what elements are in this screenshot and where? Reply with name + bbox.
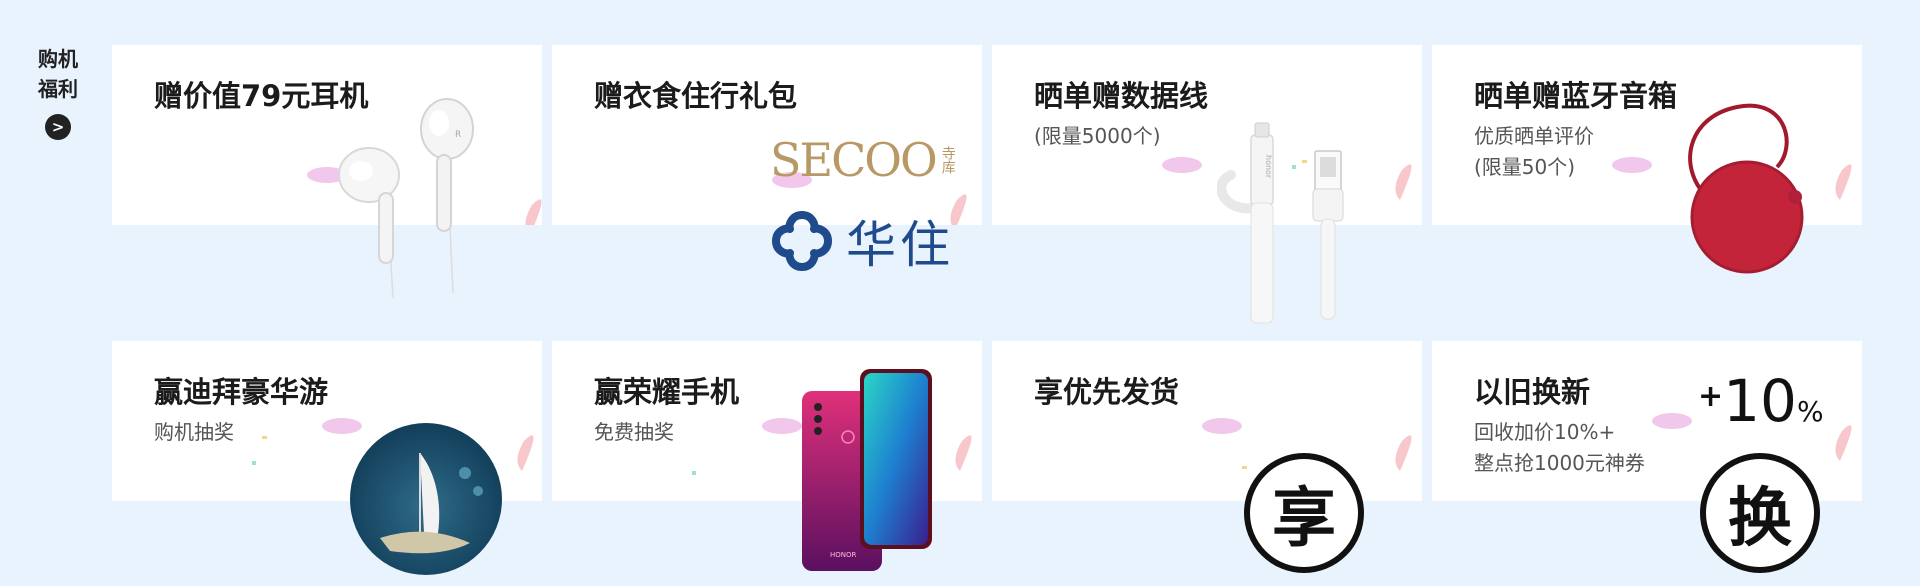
benefit-card-priority-shipping[interactable]: 享优先发货 享 — [992, 341, 1422, 573]
benefit-card-data-cable[interactable]: 晒单赠数据线 (限量5000个) honor — [992, 45, 1422, 324]
svg-text:R: R — [455, 130, 461, 140]
card-title: 晒单赠数据线 — [1034, 79, 1209, 113]
plus-ten-percent: +10% — [1698, 367, 1824, 435]
earphones-icon: R — [338, 98, 474, 299]
card-subtitle: 免费抽奖 — [594, 420, 674, 444]
cable-brand-label: honor — [1264, 155, 1273, 179]
bluetooth-speaker-icon — [1688, 103, 1804, 274]
card-title: 以旧换新 — [1474, 375, 1591, 409]
honor-phone-icon: HONOR — [802, 369, 932, 571]
benefit-card-dubai-travel[interactable]: 赢迪拜豪华游 购机抽奖 — [112, 341, 542, 575]
card-subtitle: (限量5000个) — [1034, 124, 1161, 148]
card-title: 赠衣食住行礼包 — [594, 79, 798, 113]
secoo-brand-cn: 寺库 — [939, 146, 956, 174]
benefit-card-honor-phone[interactable]: 赢荣耀手机 免费抽奖 HONOR — [552, 341, 982, 571]
benefit-card-gift-pack[interactable]: 赠衣食住行礼包 SECOO 寺库 华住 — [552, 45, 982, 274]
secoo-brand: SECOO — [770, 133, 938, 187]
huazhu-logo-icon — [772, 211, 832, 271]
trade-in-badge-icon: 换 — [1700, 453, 1820, 573]
secoo-logo: SECOO 寺库 — [770, 133, 958, 187]
sidebar-title-line2: 福利 — [38, 77, 78, 101]
benefit-card-trade-in[interactable]: 以旧换新 回收加价10%+ 整点抢1000元神券 +10% 换 — [1432, 341, 1862, 573]
benefit-card-earphones[interactable]: 赠价值79元耳机 R — [112, 45, 542, 299]
huazhu-logo: 华住 — [770, 205, 954, 277]
card-subtitle-line2: (限量50个) — [1474, 155, 1576, 179]
card-title: 赢迪拜豪华游 — [154, 375, 329, 409]
card-subtitle-line1: 回收加价10%+ — [1474, 420, 1616, 444]
dubai-travel-icon — [350, 423, 502, 575]
sidebar: 购机 福利 > — [28, 44, 88, 140]
huazhu-brand: 华住 — [846, 216, 954, 274]
sidebar-title-line1: 购机 — [38, 47, 78, 71]
card-title: 赢荣耀手机 — [594, 375, 740, 409]
card-subtitle-line2: 整点抢1000元神券 — [1474, 451, 1645, 475]
card-subtitle: 购机抽奖 — [154, 420, 234, 444]
priority-badge-icon: 享 — [1244, 453, 1364, 573]
more-button[interactable]: > — [45, 114, 71, 140]
card-subtitle-line1: 优质晒单评价 — [1474, 124, 1594, 148]
card-title: 享优先发货 — [1034, 375, 1180, 409]
phone-brand-label: HONOR — [830, 551, 857, 559]
data-cable-icon: honor — [1217, 122, 1344, 324]
benefit-card-bluetooth-speaker[interactable]: 晒单赠蓝牙音箱 优质晒单评价 (限量50个) — [1432, 45, 1862, 274]
